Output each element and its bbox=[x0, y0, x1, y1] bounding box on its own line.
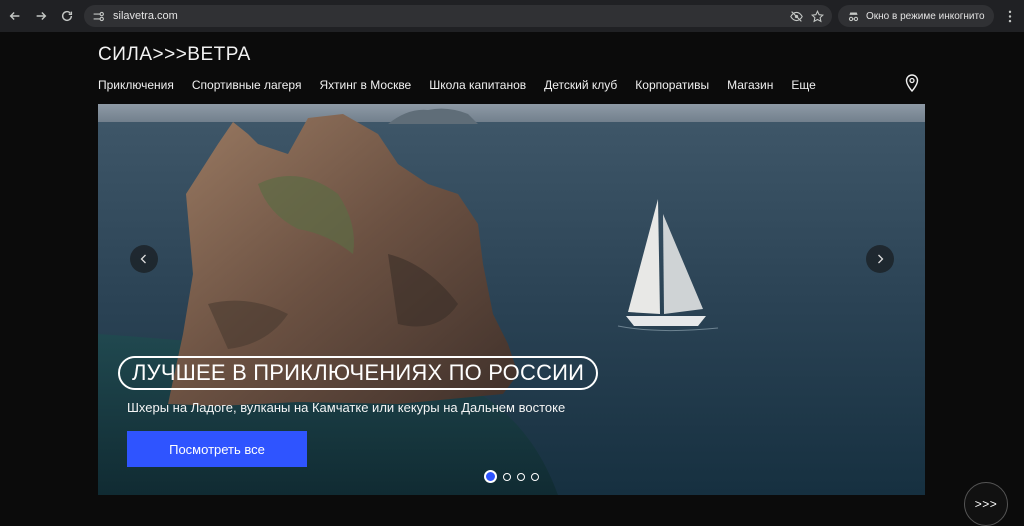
incognito-icon bbox=[848, 11, 859, 21]
reload-button[interactable] bbox=[56, 5, 78, 27]
nav-item-kids-club[interactable]: Детский клуб bbox=[544, 78, 617, 92]
nav-item-more[interactable]: Еще bbox=[791, 78, 815, 92]
slider-dot-2[interactable] bbox=[503, 472, 511, 481]
forward-button[interactable] bbox=[30, 5, 52, 27]
slider-next-button[interactable] bbox=[866, 245, 894, 273]
slider-prev-button[interactable] bbox=[130, 245, 158, 273]
back-button[interactable] bbox=[4, 5, 26, 27]
url-text[interactable]: silavetra.com bbox=[113, 10, 178, 22]
more-vertical-icon bbox=[1008, 10, 1012, 22]
site-logo[interactable]: СИЛА>>>ВЕТРА bbox=[98, 44, 251, 66]
bookmark-star-icon[interactable] bbox=[811, 9, 824, 23]
forward-arrow-icon bbox=[36, 12, 47, 20]
eye-off-icon[interactable] bbox=[790, 10, 803, 23]
location-pin-icon[interactable] bbox=[904, 74, 920, 92]
site-info-icon[interactable] bbox=[87, 5, 109, 27]
chevron-right-icon bbox=[878, 254, 884, 264]
hero-subtitle: Шхеры на Ладоге, вулканы на Камчатке или… bbox=[127, 400, 566, 415]
slider-pagination bbox=[484, 470, 539, 483]
browser-toolbar: silavetra.com Окно в режиме инкогнито bbox=[0, 0, 1024, 32]
back-arrow-icon bbox=[9, 12, 20, 20]
main-nav: Приключения Спортивные лагеря Яхтинг в М… bbox=[98, 78, 816, 92]
slider-dot-3[interactable] bbox=[517, 472, 525, 481]
slider-dot-4[interactable] bbox=[531, 472, 539, 481]
address-bar[interactable]: silavetra.com bbox=[84, 5, 832, 27]
chevron-left-icon bbox=[140, 254, 146, 264]
browser-menu-button[interactable] bbox=[1000, 5, 1020, 27]
nav-item-adventures[interactable]: Приключения bbox=[98, 78, 174, 92]
incognito-indicator[interactable]: Окно в режиме инкогнито bbox=[838, 5, 994, 27]
nav-item-sport-camps[interactable]: Спортивные лагеря bbox=[192, 78, 302, 92]
reload-icon bbox=[61, 10, 73, 22]
hero-title: ЛУЧШЕЕ В ПРИКЛЮЧЕНИЯХ ПО РОССИИ bbox=[118, 356, 599, 390]
incognito-label: Окно в режиме инкогнито bbox=[866, 10, 985, 22]
nav-item-shop[interactable]: Магазин bbox=[727, 78, 773, 92]
website: СИЛА>>>ВЕТРА Приключения Спортивные лаге… bbox=[0, 32, 1024, 526]
view-all-button[interactable]: Посмотреть все bbox=[127, 431, 307, 467]
floating-action-button[interactable]: >>> bbox=[964, 482, 1008, 526]
slider-dot-1[interactable] bbox=[484, 470, 497, 483]
nav-item-captain-school[interactable]: Школа капитанов bbox=[429, 78, 526, 92]
hero-slider: ЛУЧШЕЕ В ПРИКЛЮЧЕНИЯХ ПО РОССИИ Шхеры на… bbox=[98, 104, 925, 495]
nav-item-yachting-moscow[interactable]: Яхтинг в Москве bbox=[319, 78, 411, 92]
nav-item-corporate[interactable]: Корпоративы bbox=[635, 78, 709, 92]
